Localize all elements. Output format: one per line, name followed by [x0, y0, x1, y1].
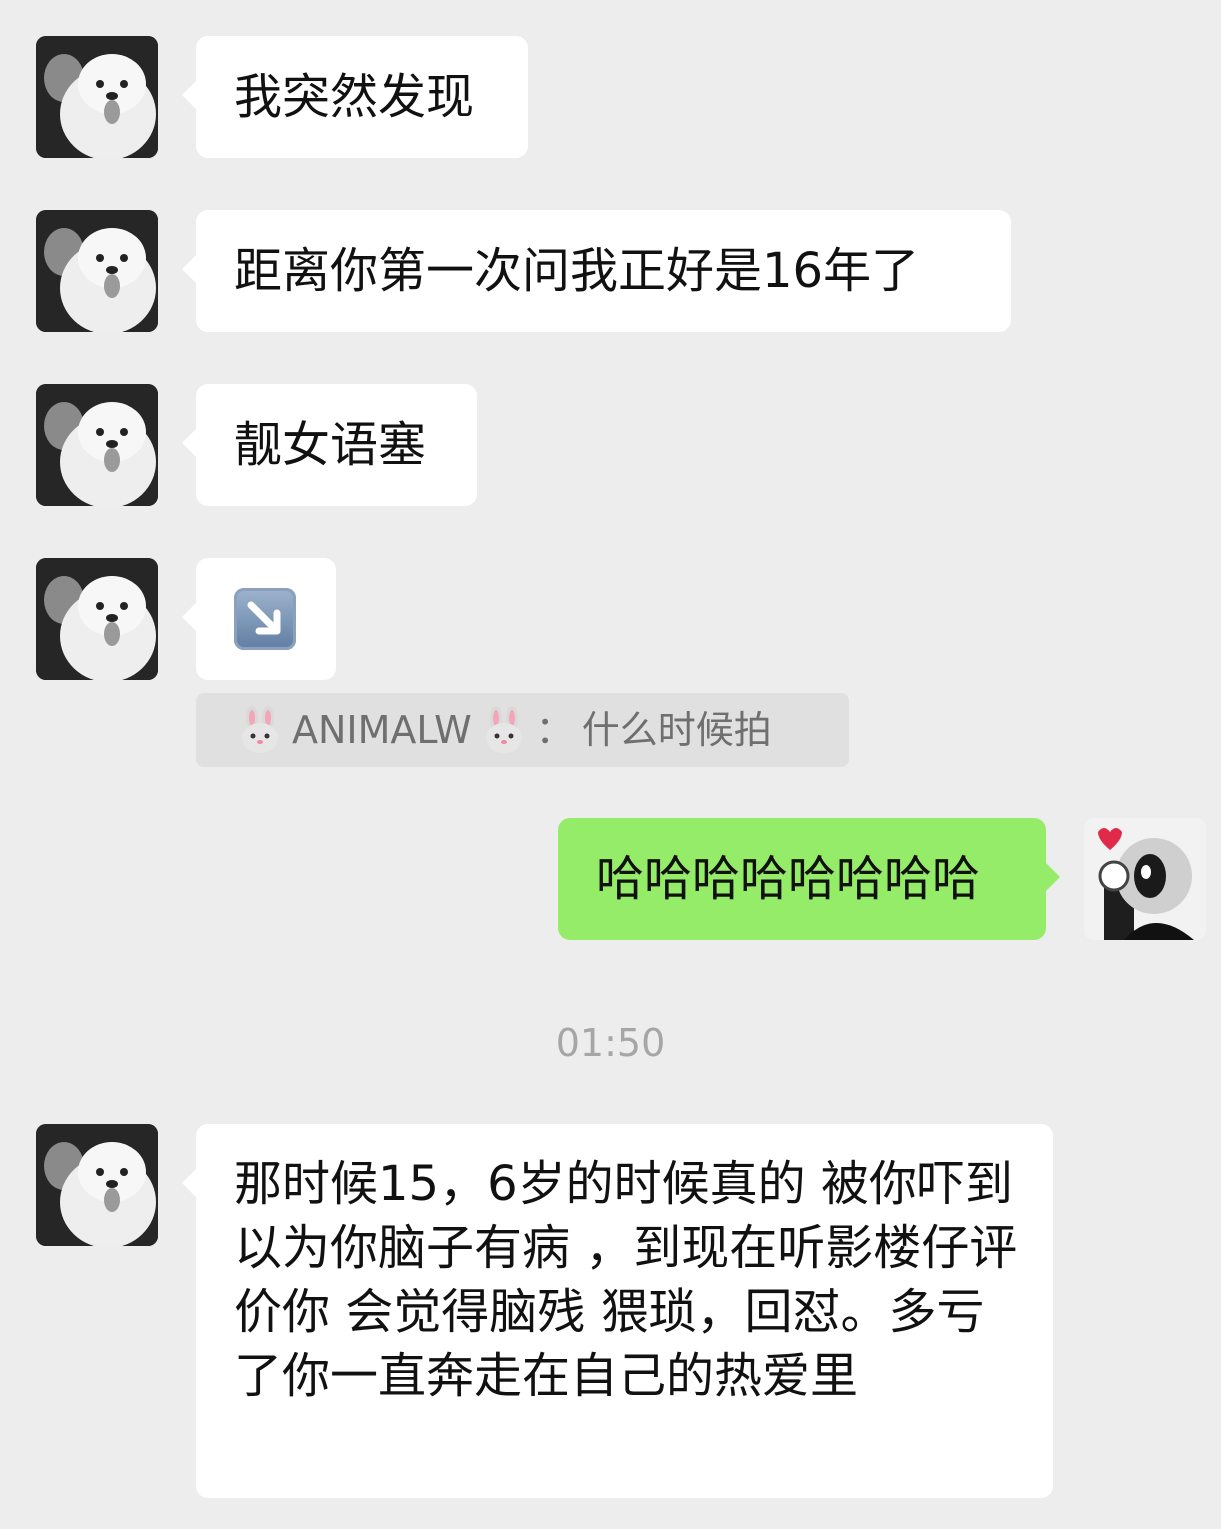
quoted-message[interactable]: ANIMALW ： 什么时候拍 [196, 693, 849, 767]
bubble-tail [182, 80, 197, 110]
message-bubble[interactable]: 距离你第一次问我正好是16年了 [182, 210, 1011, 332]
my-avatar[interactable] [1084, 818, 1206, 940]
arrow-down-right-icon [234, 588, 296, 650]
bubble-tail [182, 254, 197, 284]
quote-sender-name: ANIMALW [292, 708, 472, 752]
timestamp: 01:50 [555, 1021, 666, 1065]
contact-avatar[interactable] [36, 384, 158, 506]
message-text: 我突然发现 [234, 69, 475, 125]
contact-avatar[interactable] [36, 558, 158, 680]
message-bubble[interactable] [182, 558, 336, 680]
contact-avatar[interactable] [36, 1124, 158, 1246]
bubble-tail [182, 602, 197, 632]
contact-avatar[interactable] [36, 210, 158, 332]
message-text: 那时候15，6岁的时候真的 被你吓到 以为你脑子有病 ，到现在听影楼仔评价你 会… [234, 1156, 1018, 1404]
message-text: 距离你第一次问我正好是16年了 [234, 243, 920, 299]
quote-text: 什么时候拍 [581, 708, 772, 752]
rabbit-face-icon [236, 706, 284, 754]
quote-separator: ： [535, 708, 574, 752]
message-bubble[interactable]: 靓女语塞 [182, 384, 477, 506]
message-bubble-mine[interactable]: 哈哈哈哈哈哈哈哈 [558, 818, 1060, 940]
message-text: 哈哈哈哈哈哈哈哈 [596, 851, 981, 907]
rabbit-face-icon [480, 706, 528, 754]
bubble-tail [1045, 862, 1060, 892]
message-text: 靓女语塞 [234, 417, 427, 473]
message-bubble[interactable]: 我突然发现 [182, 36, 528, 158]
bubble-tail [182, 1168, 197, 1198]
contact-avatar[interactable] [36, 36, 158, 158]
message-bubble[interactable]: 那时候15，6岁的时候真的 被你吓到 以为你脑子有病 ，到现在听影楼仔评价你 会… [182, 1124, 1053, 1498]
bubble-tail [182, 428, 197, 458]
